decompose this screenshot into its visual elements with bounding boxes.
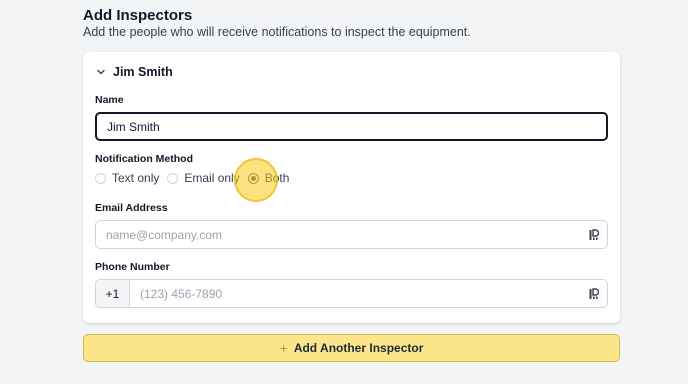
phone-field: +1 bbox=[95, 279, 608, 308]
radio-email-only-label: Email only bbox=[184, 171, 240, 185]
inspector-card-header[interactable]: Jim Smith bbox=[95, 65, 173, 79]
email-label: Email Address bbox=[95, 202, 168, 214]
country-code-prefix: +1 bbox=[96, 280, 130, 307]
password-manager-icon[interactable] bbox=[589, 228, 599, 241]
radio-both[interactable]: Both bbox=[247, 171, 290, 185]
name-label: Name bbox=[95, 94, 124, 106]
email-field bbox=[95, 220, 608, 249]
inspector-card: Jim Smith Name Notification Method Text … bbox=[83, 52, 620, 323]
radio-circle-checked[interactable] bbox=[247, 172, 259, 184]
section-title: Add Inspectors bbox=[83, 7, 193, 24]
radio-circle[interactable] bbox=[167, 172, 179, 184]
radio-text-only[interactable]: Text only bbox=[95, 171, 159, 185]
radio-text-only-label: Text only bbox=[112, 171, 160, 185]
phone-input[interactable] bbox=[130, 280, 589, 307]
chevron-down-icon bbox=[97, 69, 105, 75]
inspector-card-title: Jim Smith bbox=[113, 65, 173, 79]
phone-label: Phone Number bbox=[95, 261, 170, 273]
section-description: Add the people who will receive notifica… bbox=[83, 25, 471, 39]
name-input[interactable] bbox=[95, 112, 608, 141]
password-manager-icon[interactable] bbox=[589, 287, 599, 300]
add-another-inspector-label: Add Another Inspector bbox=[293, 341, 424, 355]
add-another-inspector-button[interactable]: + Add Another Inspector bbox=[83, 334, 620, 362]
radio-email-only[interactable]: Email only bbox=[167, 171, 240, 185]
notification-method-label: Notification Method bbox=[95, 153, 193, 165]
notification-method-group: Text only Email only Both bbox=[95, 171, 291, 185]
email-input[interactable] bbox=[96, 221, 589, 248]
radio-both-label: Both bbox=[264, 171, 290, 185]
radio-circle[interactable] bbox=[95, 172, 106, 184]
plus-icon: + bbox=[279, 340, 288, 356]
